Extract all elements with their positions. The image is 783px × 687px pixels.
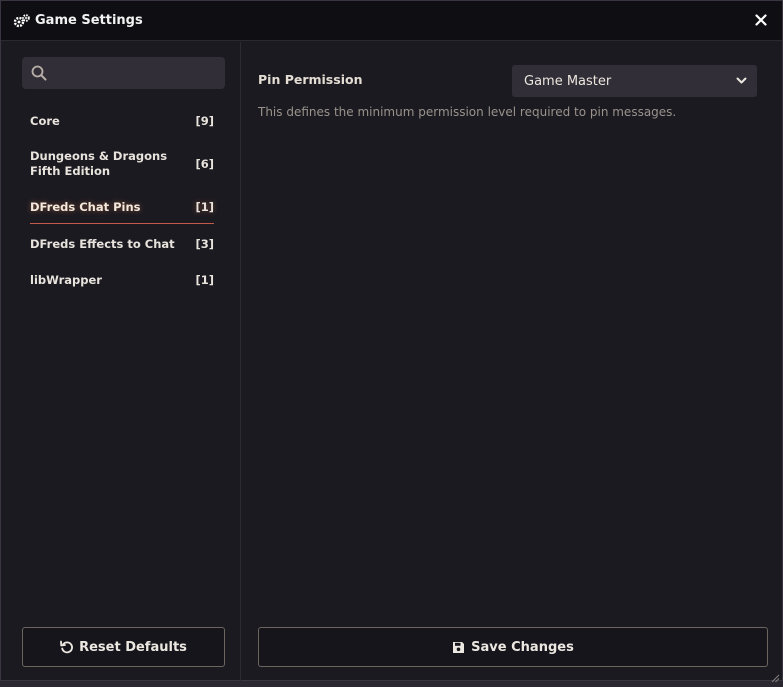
setting-label: Pin Permission [258,72,363,87]
category-libwrapper[interactable]: libWrapper [1] [30,272,214,288]
category-count: [6] [195,157,214,171]
game-settings-window: Game Settings Core [9] Dungeons & Dragon… [0,0,783,683]
select-value: Game Master [524,73,612,89]
search-box[interactable] [22,57,225,89]
reset-defaults-label: Reset Defaults [79,639,187,655]
save-changes-label: Save Changes [471,639,574,655]
settings-main: Pin Permission Game Master This defines … [242,42,783,681]
category-label: Dungeons & Dragons Fifth Edition [30,149,168,178]
category-label: DFreds Chat Pins [30,200,141,214]
resize-handle[interactable] [770,668,780,683]
pin-permission-select[interactable]: Game Master [512,65,757,97]
category-dfreds-effects-to-chat[interactable]: DFreds Effects to Chat [3] [30,236,214,252]
category-dnd5e[interactable]: Dungeons & Dragons Fifth Edition [6] [30,149,214,179]
category-count: [1] [195,273,214,287]
search-input[interactable] [53,66,213,80]
category-label: DFreds Effects to Chat [30,236,175,251]
undo-icon [60,640,74,654]
save-icon [452,640,466,654]
cogs-icon [13,12,31,30]
category-count: [3] [195,237,214,251]
category-dfreds-chat-pins[interactable]: DFreds Chat Pins [1] [30,200,214,224]
category-count: [1] [195,200,214,214]
window-title: Game Settings [35,13,143,28]
settings-sidebar: Core [9] Dungeons & Dragons Fifth Editio… [7,42,241,681]
search-icon [31,65,47,81]
save-changes-button[interactable]: Save Changes [258,627,768,667]
category-count: [9] [195,114,214,128]
window-titlebar[interactable]: Game Settings [1,1,782,41]
reset-defaults-button[interactable]: Reset Defaults [22,627,225,667]
close-icon[interactable] [752,11,770,29]
category-label: Core [30,113,60,128]
category-label: libWrapper [30,272,102,287]
chevron-down-icon [736,74,747,89]
setting-hint: This defines the minimum permission leve… [258,105,677,119]
category-core[interactable]: Core [9] [30,113,214,129]
